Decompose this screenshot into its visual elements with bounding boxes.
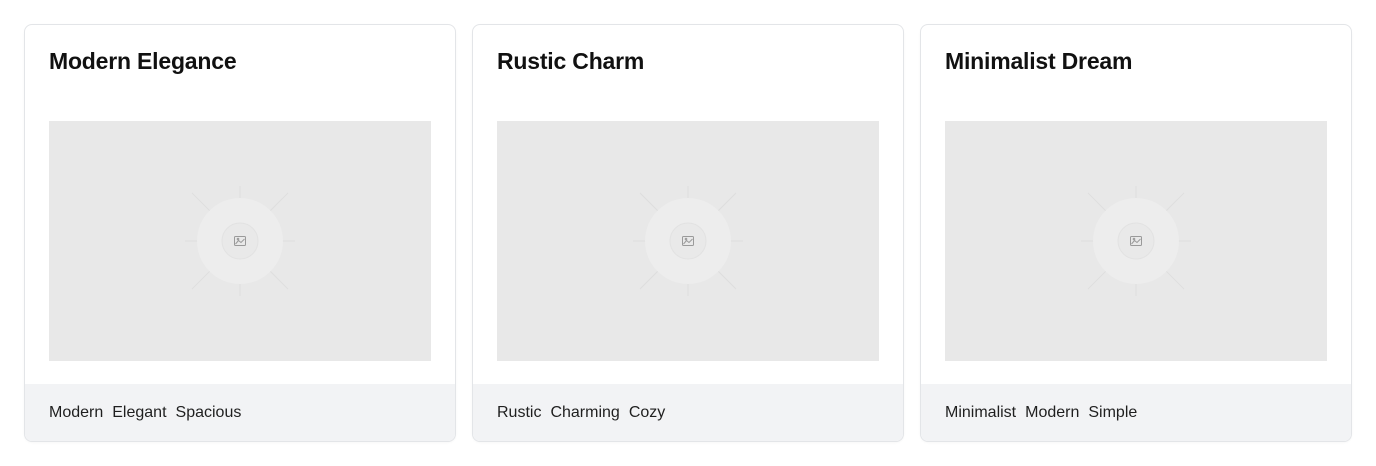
tag: Spacious <box>175 403 242 421</box>
card-rustic-charm[interactable]: Rustic Charm Rustic Charming Cozy <box>472 24 904 442</box>
tag: Minimalist <box>945 403 1017 421</box>
card-title: Rustic Charm <box>497 48 645 74</box>
card-tags: Minimalist Modern Simple <box>921 384 1351 441</box>
tag: Elegant <box>112 403 167 421</box>
image-placeholder-icon <box>185 186 295 296</box>
tag: Simple <box>1088 403 1138 421</box>
card-image-placeholder <box>49 121 431 361</box>
card-minimalist-dream[interactable]: Minimalist Dream Minimalist Modern Simpl… <box>920 24 1352 442</box>
tag: Cozy <box>628 403 666 421</box>
tag: Modern <box>1025 403 1080 421</box>
tag: Modern <box>49 403 104 421</box>
tag: Rustic <box>497 403 542 421</box>
image-placeholder-icon <box>633 186 743 296</box>
card-image-placeholder <box>945 121 1327 361</box>
tag: Charming <box>550 403 620 421</box>
card-title: Modern Elegance <box>49 48 237 74</box>
card-tags: Rustic Charming Cozy <box>473 384 903 441</box>
card-title: Minimalist Dream <box>945 48 1133 74</box>
image-placeholder-icon <box>1081 186 1191 296</box>
card-image-placeholder <box>497 121 879 361</box>
card-tags: Modern Elegant Spacious <box>25 384 455 441</box>
card-grid: Modern Elegance Modern Elegant Spacious … <box>24 24 1352 442</box>
card-modern-elegance[interactable]: Modern Elegance Modern Elegant Spacious <box>24 24 456 442</box>
